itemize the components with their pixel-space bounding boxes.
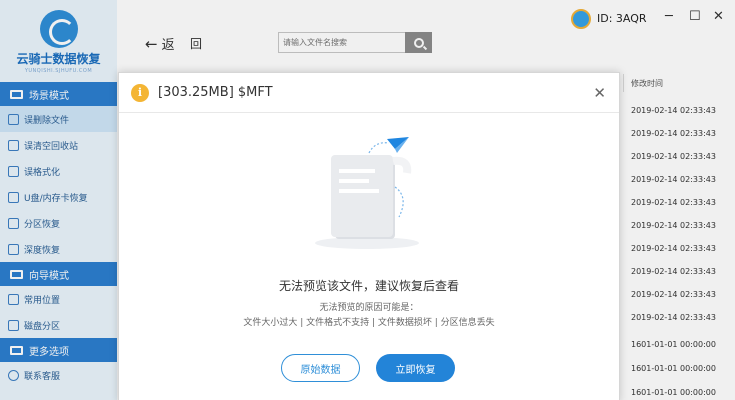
file-icon — [8, 113, 19, 125]
close-window-button[interactable]: ✕ — [713, 10, 724, 24]
sidebar-item-contact-support[interactable]: 联系客服 — [0, 362, 117, 388]
section-wizard-mode[interactable]: 向导模式 — [0, 262, 117, 286]
sidebar-item-deleted-files[interactable]: 误删除文件 — [0, 106, 117, 132]
raw-data-button[interactable]: 原始数据 — [281, 354, 360, 382]
sidebar-item-formatted[interactable]: 误格式化 — [0, 158, 117, 184]
row-modified-time: 2019-02-14 02:33:43 — [631, 244, 716, 253]
row-modified-time: 2019-02-14 02:33:43 — [631, 221, 716, 230]
sidebar-item-label: 误格式化 — [24, 167, 61, 178]
section-label: 场景模式 — [29, 90, 69, 102]
back-button[interactable]: ← 返 — [145, 34, 177, 54]
sidebar: 云骑士数据恢复 YUNQISHI.SJHUFU.COM 场景模式 误删除文件 误… — [0, 0, 117, 400]
back-label: 返 — [161, 38, 177, 53]
row-modified-time: 2019-02-14 02:33:43 — [631, 198, 716, 207]
support-icon — [8, 369, 19, 381]
monitor-icon — [10, 89, 23, 99]
trash-icon — [8, 139, 19, 151]
partition-icon — [8, 217, 19, 229]
row-modified-time: 1601-01-01 00:00:00 — [631, 388, 716, 397]
preview-dialog: i [303.25MB] $MFT ✕ 无法预览该文件，建议恢复后查看 无法预览… — [118, 72, 620, 400]
app-name: 云骑士数据恢复 — [16, 52, 101, 66]
reason-title: 无法预览的原因可能是： — [319, 303, 419, 313]
sidebar-item-partition[interactable]: 分区恢复 — [0, 210, 117, 236]
maximize-button[interactable]: ☐ — [689, 10, 701, 24]
row-modified-time: 2019-02-14 02:33:43 — [631, 267, 716, 276]
sidebar-item-usb-card[interactable]: U盘/内存卡恢复 — [0, 184, 117, 210]
recover-now-button[interactable]: 立即恢复 — [376, 354, 455, 382]
usb-icon — [8, 191, 19, 203]
sidebar-item-label: 误清空回收站 — [24, 141, 79, 152]
sidebar-item-label: U盘/内存卡恢复 — [24, 193, 88, 204]
sidebar-item-deep-recovery[interactable]: 深度恢复 — [0, 236, 117, 262]
sidebar-item-label: 联系客服 — [24, 371, 61, 382]
row-modified-time: 1601-01-01 00:00:00 — [631, 340, 716, 349]
section-scene-mode[interactable]: 场景模式 — [0, 82, 117, 106]
row-modified-time: 1601-01-01 00:00:00 — [631, 364, 716, 373]
search-icon — [413, 37, 424, 48]
deep-scan-icon — [8, 243, 19, 255]
row-modified-time: 2019-02-14 02:33:43 — [631, 106, 716, 115]
section-label: 更多选项 — [29, 346, 69, 358]
back-label-2[interactable]: 回 — [190, 35, 202, 52]
sidebar-item-recycle-bin[interactable]: 误清空回收站 — [0, 132, 117, 158]
sidebar-item-label: 常用位置 — [24, 295, 61, 306]
app-subtitle: YUNQISHI.SJHUFU.COM — [24, 68, 93, 74]
section-more-options[interactable]: 更多选项 — [0, 338, 117, 362]
row-modified-time: 2019-02-14 02:33:43 — [631, 313, 716, 322]
user-avatar-icon[interactable] — [571, 9, 591, 29]
reason-list: 文件大小过大 | 文件格式不支持 | 文件数据损坏 | 分区信息丢失 — [243, 318, 495, 328]
hard-disk-icon — [8, 319, 19, 331]
search-button[interactable] — [405, 32, 432, 53]
dialog-header: i [303.25MB] $MFT — [119, 73, 619, 113]
user-id: ID: 3AQR — [597, 12, 647, 25]
dialog-title: [303.25MB] $MFT — [158, 85, 273, 100]
column-divider — [623, 74, 624, 92]
app-logo-icon — [39, 10, 78, 48]
info-icon: i — [131, 83, 149, 102]
disk-icon — [8, 165, 19, 177]
location-icon — [8, 293, 19, 305]
sidebar-item-label: 误删除文件 — [24, 115, 70, 126]
row-modified-time: 2019-02-14 02:33:43 — [631, 129, 716, 138]
preview-unavailable-message: 无法预览该文件，建议恢复后查看 — [278, 279, 459, 293]
menu-icon — [10, 345, 23, 355]
row-modified-time: 2019-02-14 02:33:43 — [631, 152, 716, 161]
row-modified-time: 2019-02-14 02:33:43 — [631, 290, 716, 299]
minimize-button[interactable]: ─ — [665, 10, 673, 24]
title-bar: ← 返 回 ID: 3AQR ─ ☐ ✕ — [117, 0, 735, 70]
sidebar-item-common-locations[interactable]: 常用位置 — [0, 286, 117, 312]
sidebar-item-label: 分区恢复 — [24, 219, 61, 230]
sidebar-item-label: 磁盘分区 — [24, 321, 61, 332]
column-header-modified-time[interactable]: 修改时间 — [631, 78, 663, 89]
wizard-icon — [10, 269, 23, 279]
sidebar-item-label: 深度恢复 — [24, 245, 61, 256]
row-modified-time: 2019-02-14 02:33:43 — [631, 175, 716, 184]
search-input[interactable] — [278, 32, 406, 53]
sidebar-item-disk-partition[interactable]: 磁盘分区 — [0, 312, 117, 338]
document-illustration-icon — [315, 137, 419, 249]
section-label: 向导模式 — [29, 270, 69, 282]
back-arrow-icon: ← — [145, 34, 158, 53]
app-logo: 云骑士数据恢复 YUNQISHI.SJHUFU.COM — [0, 0, 117, 82]
dialog-close-button[interactable]: ✕ — [593, 84, 606, 102]
